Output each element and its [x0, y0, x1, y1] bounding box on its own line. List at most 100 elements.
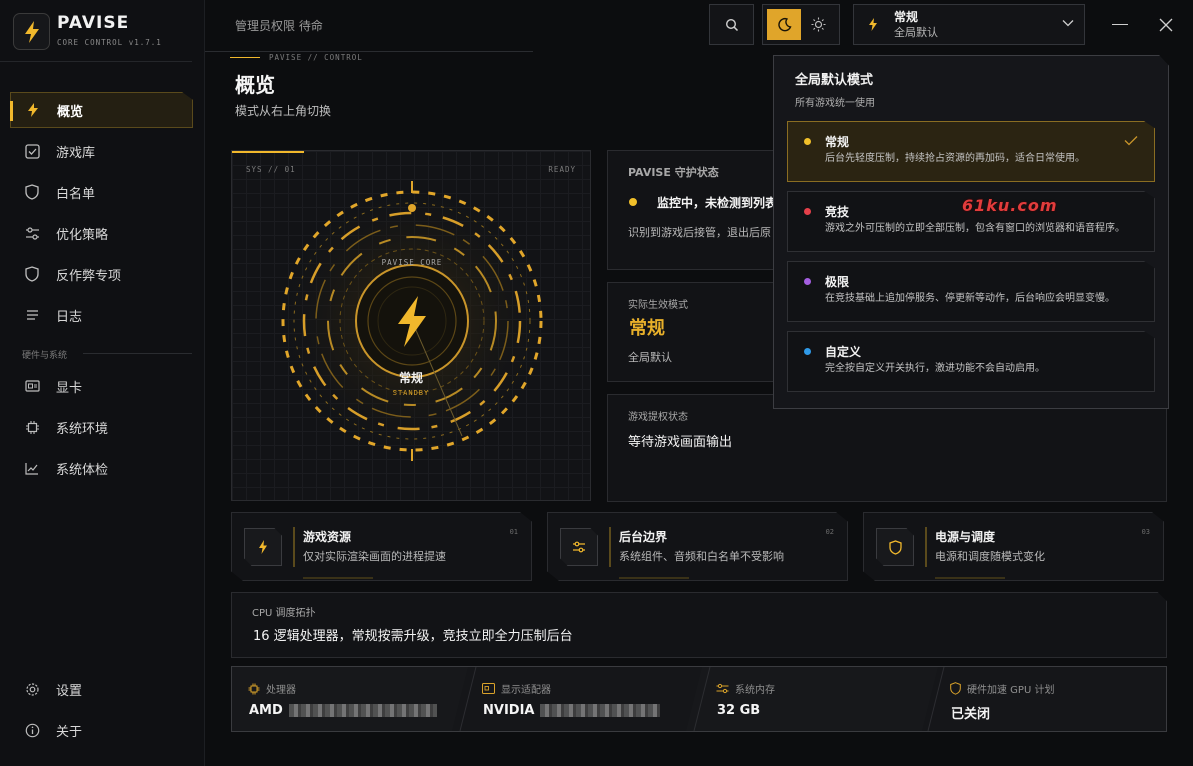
sidebar-item-label: 优化策略	[56, 227, 109, 243]
accent-line	[303, 577, 373, 579]
redacted-text	[540, 704, 661, 717]
hardware-gpu-scheduling: 硬件加速 GPU 计划 已关闭	[934, 667, 1166, 731]
sidebar-item-label: 日志	[56, 309, 83, 325]
mode-option-name: 常规	[825, 135, 850, 149]
mode-option-normal[interactable]: 常规 后台先轻度压制，持续抢占资源的再加码，适合日常使用。	[787, 121, 1155, 182]
admin-status: 管理员权限 待命	[235, 19, 323, 33]
feature-desc: 电源和调度随模式变化	[935, 550, 1045, 563]
sidebar-item-label: 显卡	[56, 380, 83, 396]
gear-icon	[24, 681, 40, 697]
card-title: CPU 调度拓扑	[252, 608, 316, 619]
theme-toggle[interactable]	[762, 4, 840, 45]
sliders-icon	[24, 225, 40, 241]
divider	[83, 353, 192, 354]
effective-mode-source: 全局默认	[628, 351, 672, 364]
feature-title: 电源与调度	[935, 530, 996, 544]
mode-select-sublabel: 全局默认	[894, 25, 938, 39]
sidebar-item-gpu[interactable]: 显卡	[10, 368, 193, 404]
divider	[925, 527, 927, 567]
feature-card-power-scheduling: 电源与调度 电源和调度随模式变化 03	[863, 512, 1164, 581]
cpu-topology-text: 16 逻辑处理器，常规按需升级，竞技立即全力压制后台	[253, 629, 573, 644]
sidebar-item-logs[interactable]: 日志	[10, 297, 193, 333]
divider	[0, 61, 192, 62]
bolt-icon	[24, 20, 39, 43]
dark-theme-button[interactable]	[767, 9, 801, 40]
hardware-summary-bar: 处理器 AMD 显示适配器 NVIDIA 系统内存 32 GB 硬件加速 GPU…	[231, 666, 1167, 732]
feature-desc: 系统组件、音频和白名单不受影响	[619, 550, 784, 563]
mode-option-extreme[interactable]: 极限 在竞技基础上追加停服务、停更新等动作，后台响应会明显变慢。	[787, 261, 1155, 322]
sidebar-item-about[interactable]: 关于	[10, 712, 193, 748]
radar-mode-label: 常规	[398, 371, 423, 385]
feature-number: 03	[1141, 528, 1150, 536]
divider	[293, 527, 295, 567]
breadcrumb: PAVISE // CONTROL	[269, 53, 363, 62]
mode-select-label: 常规	[894, 9, 919, 24]
mode-option-name: 极限	[825, 275, 850, 289]
hardware-label: 硬件加速 GPU 计划	[950, 681, 1054, 696]
search-button[interactable]	[709, 4, 754, 45]
dropdown-title: 全局默认模式	[795, 73, 874, 88]
redacted-text	[288, 704, 437, 717]
check-icon	[1124, 136, 1138, 146]
sidebar-item-game-library[interactable]: 游戏库	[10, 133, 193, 169]
shield-icon	[950, 682, 961, 695]
sidebar-item-settings[interactable]: 设置	[10, 671, 193, 707]
sidebar-item-whitelist[interactable]: 白名单	[10, 174, 193, 210]
card-title: 实际生效模式	[628, 300, 688, 311]
sidebar-item-strategy[interactable]: 优化策略	[10, 215, 193, 251]
divider	[609, 527, 611, 567]
mode-option-name: 竞技	[825, 205, 850, 219]
mode-select[interactable]: 常规 全局默认	[853, 4, 1085, 45]
card-title: PAVISE 守护状态	[628, 166, 719, 179]
card-title: 游戏提权状态	[628, 412, 688, 423]
check-square-icon	[24, 143, 40, 159]
guard-status-text: 监控中，未检测到列表	[657, 196, 778, 210]
close-button[interactable]	[1157, 16, 1175, 34]
sidebar-item-label: 概览	[57, 104, 84, 120]
shield-icon	[24, 184, 40, 200]
accent-line	[619, 577, 689, 579]
sidebar-item-health-check[interactable]: 系统体检	[10, 450, 193, 486]
mode-color-dot	[804, 138, 811, 145]
sun-icon	[811, 17, 825, 32]
radar-state-label: STANDBY	[392, 389, 430, 397]
feature-title: 游戏资源	[303, 530, 352, 544]
gpu-icon	[24, 378, 40, 394]
sliders-icon	[716, 683, 729, 694]
game-elevation-card: 游戏提权状态 等待游戏画面输出	[607, 394, 1167, 502]
watermark: 61ku.com	[962, 196, 1058, 215]
mode-color-dot	[804, 208, 811, 215]
hardware-label-text: 硬件加速 GPU 计划	[967, 685, 1055, 696]
hardware-value: AMD	[249, 703, 437, 718]
minimize-button[interactable]	[1112, 24, 1128, 25]
mode-option-desc: 完全按自定义开关执行，激进功能不会自动启用。	[825, 363, 1045, 374]
list-icon	[24, 307, 40, 323]
chip-icon	[248, 683, 260, 694]
dropdown-subtitle: 所有游戏统一使用	[795, 98, 875, 109]
sidebar-item-label: 关于	[56, 724, 83, 740]
feature-number: 01	[509, 528, 518, 536]
bolt-icon	[244, 528, 282, 566]
sidebar-item-system-env[interactable]: 系统环境	[10, 409, 193, 445]
sidebar-item-anticheat[interactable]: 反作弊专项	[10, 256, 193, 292]
gpu-scheduling-value: 已关闭	[951, 707, 991, 722]
sliders-icon	[560, 528, 598, 566]
mode-option-name: 自定义	[825, 345, 862, 359]
mode-color-dot	[804, 278, 811, 285]
feature-desc: 仅对实际渲染画面的进程提速	[303, 550, 446, 563]
gpu-vendor: NVIDIA	[483, 703, 535, 718]
accent-line	[935, 577, 1005, 579]
sidebar-item-label: 白名单	[56, 186, 96, 202]
hardware-gpu: 显示适配器 NVIDIA	[466, 667, 696, 731]
feature-number: 02	[825, 528, 834, 536]
chart-icon	[24, 460, 40, 476]
light-theme-button[interactable]	[801, 9, 835, 40]
core-radar-panel: SYS // 01 READY PAVISE CORE 常规 STANDBY	[231, 150, 591, 501]
mode-option-custom[interactable]: 自定义 完全按自定义开关执行，激进功能不会自动启用。	[787, 331, 1155, 392]
shield-icon	[24, 266, 40, 282]
chevron-down-icon	[1062, 20, 1074, 27]
mode-option-desc: 游戏之外可压制的立即全部压制，包含有窗口的浏览器和语音程序。	[825, 223, 1125, 234]
hardware-label: 处理器	[248, 681, 296, 696]
sidebar-item-overview[interactable]: 概览	[10, 92, 193, 128]
page-title: 概览	[235, 73, 275, 97]
